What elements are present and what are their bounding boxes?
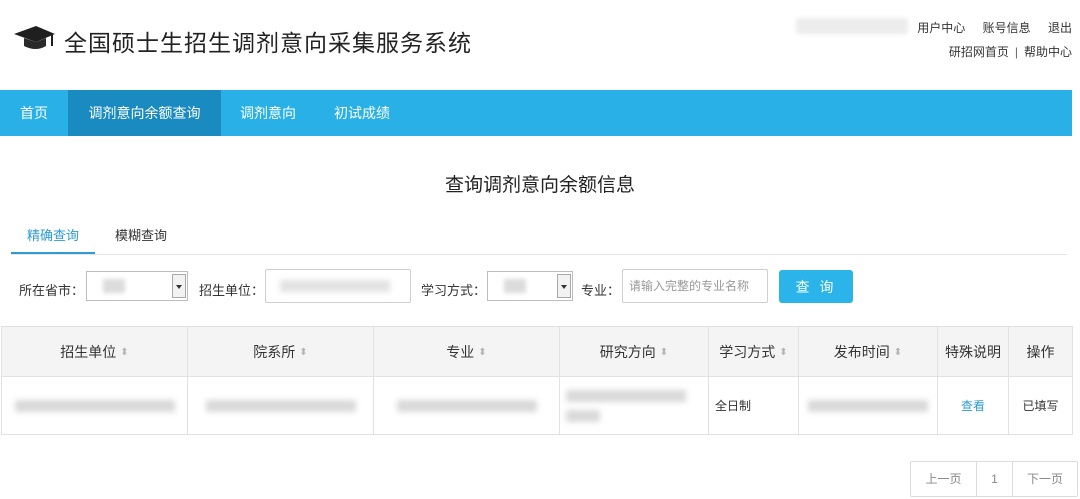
yanzhao-home-link[interactable]: 研招网首页 (949, 45, 1009, 59)
province-value-redacted (103, 279, 125, 293)
username-redacted (796, 18, 908, 34)
tab-exact-query[interactable]: 精确查询 (27, 225, 79, 244)
nav-item-initial-scores[interactable]: 初试成绩 (315, 90, 409, 136)
site-title: 全国硕士生招生调剂意向采集服务系统 (64, 30, 472, 56)
column-header-publish-time[interactable]: 发布时间 ⬍ (798, 326, 938, 377)
province-select[interactable] (86, 271, 188, 301)
sort-icon: ⬍ (299, 347, 308, 359)
column-header-label: 研究方向 (599, 343, 656, 360)
cell-operation: 已填写 (1008, 376, 1073, 435)
cell-major (373, 376, 560, 435)
column-header-major[interactable]: 专业 ⬍ (373, 326, 560, 377)
redacted-value (205, 399, 356, 412)
table-row: 全日制 查看 已填写 (1, 376, 1073, 435)
cell-study-mode: 全日制 (708, 376, 799, 435)
page-number-button[interactable]: 1 (977, 462, 1013, 496)
nav-item-adjust-intention[interactable]: 调剂意向 (221, 90, 315, 136)
header: 全国硕士生招生调剂意向采集服务系统 用户中心 账号信息 退出 研招网首页 | 帮助中… (0, 0, 1080, 90)
nav-item-balance-query[interactable]: 调剂意向余额查询 (68, 90, 221, 136)
column-header-label: 专业 (446, 343, 475, 360)
active-tab-indicator (11, 252, 95, 254)
redacted-value (566, 389, 686, 402)
column-header-label: 学习方式 (719, 343, 776, 360)
unit-label: 招生单位： (199, 283, 265, 298)
major-label: 专业： (581, 283, 621, 298)
query-button[interactable]: 查 询 (779, 270, 853, 303)
column-header-research-direction[interactable]: 研究方向 ⬍ (559, 326, 709, 377)
column-header-unit[interactable]: 招生单位 ⬍ (1, 326, 188, 377)
tab-fuzzy-query[interactable]: 模糊查询 (115, 225, 167, 244)
column-header-operation: 操作 (1008, 326, 1073, 377)
pagination: 上一页 1 下一页 (910, 461, 1078, 497)
column-header-study-mode[interactable]: 学习方式 ⬍ (708, 326, 799, 377)
unit-input[interactable] (265, 269, 411, 303)
column-header-label: 发布时间 (833, 343, 890, 360)
cell-research-direction (559, 376, 709, 435)
tab-divider (11, 254, 1067, 255)
study-mode-value-redacted (504, 279, 526, 293)
chevron-down-icon[interactable] (172, 274, 186, 298)
chevron-down-icon[interactable] (557, 274, 571, 298)
prev-page-button[interactable]: 上一页 (911, 462, 977, 496)
redacted-value (14, 399, 175, 412)
nav-item-home[interactable]: 首页 (0, 90, 68, 136)
graduation-cap-icon (14, 26, 55, 49)
column-header-department[interactable]: 院系所 ⬍ (187, 326, 374, 377)
table-header-row: 招生单位 ⬍ 院系所 ⬍ 专业 ⬍ 研究方向 ⬍ 学习方式 ⬍ 发布时间 ⬍ 特殊说明 操作 (1, 326, 1073, 377)
sort-icon: ⬍ (120, 347, 129, 359)
province-label: 所在省市： (19, 283, 85, 298)
main-nav: 首页 调剂意向余额查询 调剂意向 初试成绩 (0, 90, 1072, 136)
column-header-label: 招生单位 (60, 343, 117, 360)
redacted-value (808, 399, 928, 412)
study-mode-label: 学习方式： (421, 283, 487, 298)
results-table: 招生单位 ⬍ 院系所 ⬍ 专业 ⬍ 研究方向 ⬍ 学习方式 ⬍ 发布时间 ⬍ 特殊说明 操作… (1, 326, 1073, 435)
cell-department (187, 376, 374, 435)
sort-icon: ⬍ (478, 347, 487, 359)
sort-icon: ⬍ (779, 347, 788, 359)
link-separator: | (1014, 45, 1018, 59)
column-header-label: 院系所 (253, 343, 296, 360)
account-info-link[interactable]: 账号信息 (983, 21, 1031, 35)
column-header-special-note: 特殊说明 (937, 326, 1009, 377)
study-mode-select[interactable] (487, 271, 573, 301)
help-center-link[interactable]: 帮助中心 (1024, 45, 1072, 59)
next-page-button[interactable]: 下一页 (1013, 462, 1077, 496)
user-links: 用户中心 账号信息 退出 (903, 19, 1072, 36)
view-special-note-link[interactable]: 查看 (961, 399, 985, 413)
cell-publish-time (798, 376, 938, 435)
user-center-link[interactable]: 用户中心 (917, 21, 965, 35)
sort-icon: ⬍ (659, 347, 669, 359)
cell-unit (1, 376, 188, 435)
cell-special-note: 查看 (937, 376, 1009, 435)
page-heading: 查询调剂意向余额信息 (444, 175, 635, 196)
redacted-value (396, 399, 537, 412)
redacted-value (566, 409, 600, 422)
major-input[interactable] (622, 269, 768, 303)
logout-link[interactable]: 退出 (1048, 21, 1072, 35)
sort-icon: ⬍ (893, 347, 903, 359)
unit-value-redacted (280, 280, 390, 292)
site-links: 研招网首页 | 帮助中心 (949, 43, 1072, 60)
